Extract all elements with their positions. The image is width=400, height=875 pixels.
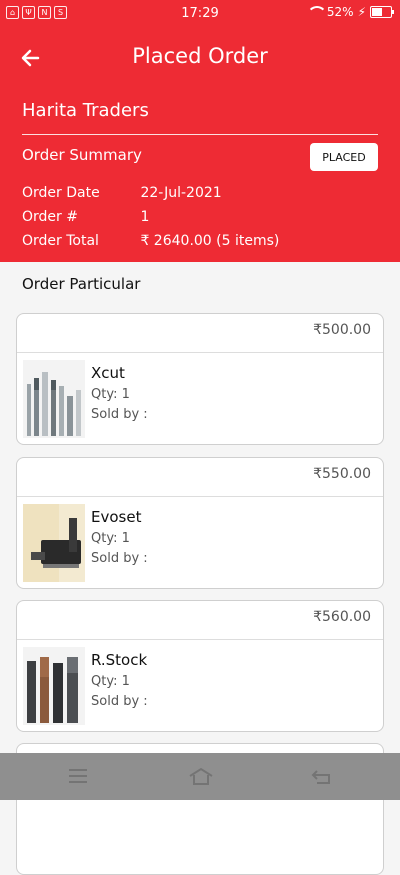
card-divider [17, 496, 383, 497]
order-item-card[interactable]: ₹550.00 Evoset Qty: 1 Sold by : [16, 457, 384, 589]
item-price: ₹500.00 [313, 322, 371, 338]
order-status-badge: PLACED [310, 143, 378, 171]
item-sold-by: Sold by : [91, 551, 148, 566]
item-qty: Qty: 1 [91, 531, 130, 546]
order-number-label: Order # [22, 209, 78, 225]
shop-name: Harita Traders [22, 100, 149, 121]
item-sold-by: Sold by : [91, 407, 148, 422]
page-title: Placed Order [132, 44, 268, 68]
order-number-row: Order # 1 [22, 209, 149, 225]
order-total-value: ₹ 2640.00 (5 items) [140, 233, 280, 249]
charging-icon: ⚡ [357, 5, 366, 19]
status-bar: ⌂ Ψ N S 17:29 52% ⚡ [0, 0, 400, 28]
product-image-xcut [23, 360, 85, 438]
order-particular-title: Order Particular [22, 275, 141, 293]
card-divider [17, 639, 383, 640]
back-icon[interactable] [311, 767, 333, 785]
item-name: R.Stock [91, 651, 148, 669]
menu-icon[interactable] [67, 767, 89, 785]
item-price: ₹560.00 [313, 609, 371, 625]
wifi-icon [306, 6, 327, 18]
order-header: ⌂ Ψ N S 17:29 52% ⚡ Placed Order Harita … [0, 0, 400, 262]
item-price: ₹550.00 [313, 466, 371, 482]
card-divider [17, 352, 383, 353]
order-item-card[interactable]: ₹500.00 Xcut Qty: 1 Sold by : [16, 313, 384, 445]
battery-icon [370, 6, 394, 18]
order-item-card[interactable]: ₹560.00 R.Stock Qty: 1 Sold by : [16, 600, 384, 732]
item-qty: Qty: 1 [91, 674, 130, 689]
order-date-value: 22-Jul-2021 [140, 185, 222, 201]
order-summary-label: Order Summary [22, 146, 142, 164]
header-divider [22, 134, 378, 135]
product-image-evoset [23, 504, 85, 582]
item-name: Xcut [91, 364, 125, 382]
product-image-rstock [23, 647, 85, 725]
item-sold-by: Sold by : [91, 694, 148, 709]
item-qty: Qty: 1 [91, 387, 130, 402]
status-right: 52% ⚡ [306, 5, 394, 19]
home-icon[interactable] [188, 767, 214, 785]
system-navigation-bar [0, 753, 400, 800]
order-total-label: Order Total [22, 233, 99, 249]
order-number-value: 1 [140, 209, 150, 225]
order-date-row: Order Date 22-Jul-2021 [22, 185, 222, 201]
order-date-label: Order Date [22, 185, 100, 201]
order-total-row: Order Total ₹ 2640.00 (5 items) [22, 233, 279, 249]
item-name: Evoset [91, 508, 142, 526]
battery-percent: 52% [326, 5, 354, 19]
